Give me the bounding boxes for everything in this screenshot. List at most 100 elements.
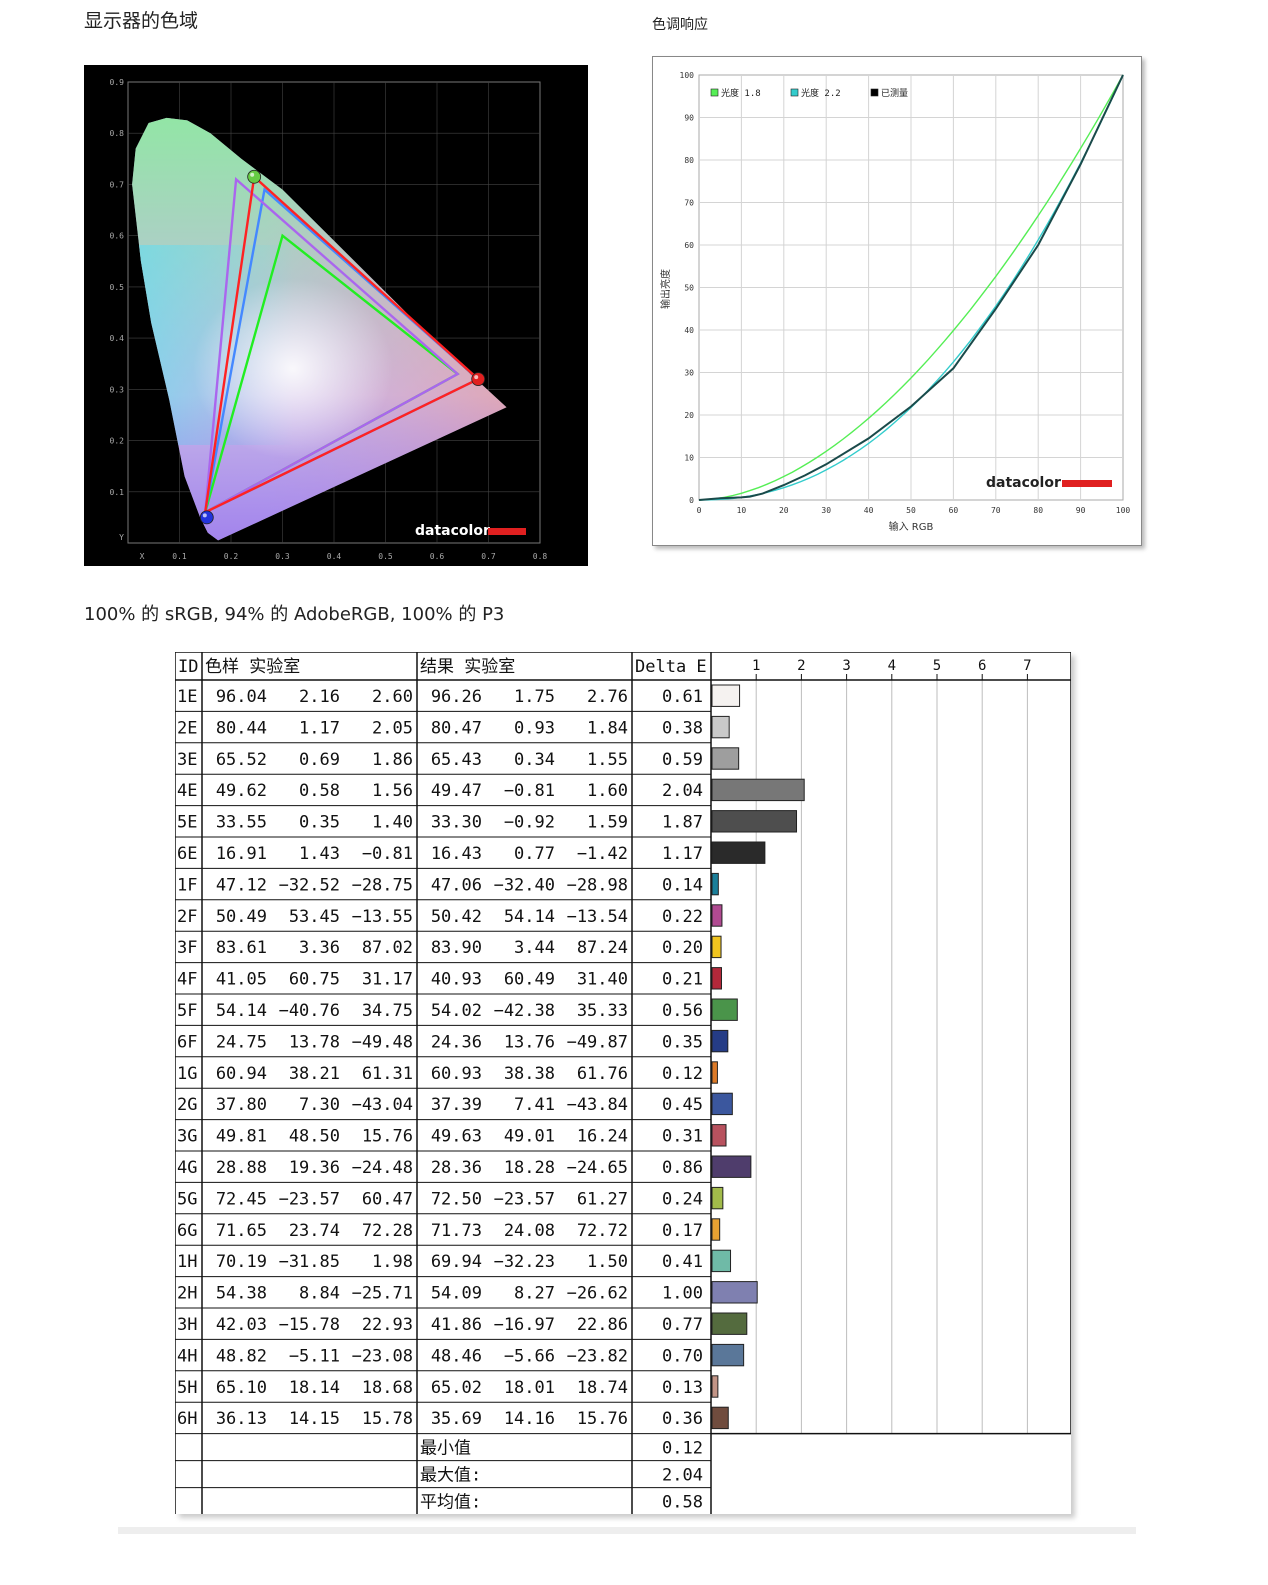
- row-sample-value: 80.44: [216, 718, 267, 738]
- row-sample-value: −5.11: [289, 1346, 340, 1366]
- row-result-value: 24.08: [504, 1221, 555, 1241]
- row-deltae: 0.45: [662, 1095, 703, 1115]
- row-sample-value: 60.94: [216, 1064, 267, 1084]
- deltae-bar-6F: [711, 1029, 729, 1053]
- row-result-value: 16.43: [431, 844, 482, 864]
- deltae-bar-6G: [711, 1218, 721, 1241]
- row-sample-value: 42.03: [216, 1315, 267, 1335]
- row-result-value: 61.76: [577, 1064, 628, 1084]
- tone-xtick: 60: [949, 506, 959, 515]
- row-deltae: 0.14: [662, 875, 703, 895]
- row-sample-value: −43.04: [352, 1095, 413, 1115]
- row-sample-value: −0.81: [362, 844, 413, 864]
- row-result-value: 7.41: [514, 1095, 555, 1115]
- tone-grid: [698, 74, 1124, 501]
- deltae-bar-6E: [711, 841, 766, 864]
- row-deltae: 0.36: [662, 1409, 703, 1429]
- row-id: 2F: [177, 907, 197, 927]
- row-result-value: −26.62: [567, 1284, 628, 1304]
- row-id: 2G: [177, 1095, 197, 1115]
- gamut-xtick: 0.8: [533, 552, 548, 561]
- row-result-value: 18.74: [577, 1378, 628, 1398]
- row-sample-value: 0.35: [299, 813, 340, 833]
- gamut-ytick: 0.5: [110, 283, 125, 292]
- row-sample-value: 18.14: [289, 1378, 340, 1398]
- row-id: 5G: [177, 1189, 197, 1209]
- tone-ytick: 50: [684, 284, 694, 293]
- row-sample-value: 1.17: [299, 718, 340, 738]
- row-result-value: 1.75: [514, 687, 555, 707]
- row-sample-value: −13.55: [352, 907, 413, 927]
- gamut-xtick: 0.3: [275, 552, 290, 561]
- row-result-value: 0.77: [514, 844, 555, 864]
- row-id: 3H: [177, 1315, 197, 1335]
- row-result-value: −23.57: [494, 1189, 555, 1209]
- row-sample-value: 18.68: [362, 1378, 413, 1398]
- row-result-value: −0.92: [504, 813, 555, 833]
- gamut-xtick: X: [140, 552, 145, 561]
- row-sample-value: 87.02: [362, 938, 413, 958]
- table-header: 结果 实验室: [420, 657, 515, 677]
- gamut-xtick: 0.2: [224, 552, 239, 561]
- row-result-value: 65.02: [431, 1378, 482, 1398]
- row-sample-value: 8.84: [299, 1284, 340, 1304]
- row-deltae: 2.04: [662, 781, 703, 801]
- deltae-bar-3F: [711, 935, 722, 959]
- row-result-value: 69.94: [431, 1252, 482, 1272]
- row-sample-value: 50.49: [216, 907, 267, 927]
- summary-label: 平均值:: [420, 1493, 481, 1513]
- row-result-value: 13.76: [504, 1032, 555, 1052]
- row-id: 4H: [177, 1346, 197, 1366]
- row-sample-value: −23.08: [352, 1346, 413, 1366]
- row-result-value: 0.34: [514, 750, 555, 770]
- row-deltae: 0.38: [662, 718, 703, 738]
- gamut-xtick: 0.6: [430, 552, 445, 561]
- row-sample-value: 49.62: [216, 781, 267, 801]
- row-id: 4F: [177, 970, 197, 990]
- row-result-value: 18.01: [504, 1378, 555, 1398]
- tone-chart: 0 10 20 30 40 50 60 70 80 90 100 0 10 20 30 40 50 60 70 80 9…: [652, 56, 1142, 546]
- row-deltae: 0.56: [662, 1001, 703, 1021]
- tone-brand-text: datacolor: [986, 475, 1061, 491]
- deltae-bar-1H: [711, 1249, 732, 1273]
- row-sample-value: 54.38: [216, 1284, 267, 1304]
- row-result-value: −24.65: [567, 1158, 628, 1178]
- row-result-value: 49.47: [431, 781, 482, 801]
- row-result-value: 40.93: [431, 970, 482, 990]
- deltae-bar-4G: [711, 1155, 752, 1178]
- row-sample-value: −31.85: [279, 1252, 340, 1272]
- row-deltae: 0.61: [662, 687, 703, 707]
- row-sample-value: 31.17: [362, 970, 413, 990]
- row-id: 1G: [177, 1064, 197, 1084]
- row-result-value: 38.38: [504, 1064, 555, 1084]
- row-sample-value: 1.43: [299, 844, 340, 864]
- deltae-bar-4H: [711, 1343, 745, 1367]
- row-result-value: 54.14: [504, 907, 555, 927]
- row-id: 4E: [177, 781, 197, 801]
- row-sample-value: 72.28: [362, 1221, 413, 1241]
- row-result-value: 54.02: [431, 1001, 482, 1021]
- deltae-bar-5E: [711, 810, 798, 833]
- tone-ytick: 60: [684, 241, 694, 250]
- deltae-bar-3G: [711, 1124, 727, 1147]
- deltae-bar-2F: [711, 904, 723, 927]
- row-sample-value: 1.56: [372, 781, 413, 801]
- row-result-value: 15.76: [577, 1409, 628, 1429]
- row-id: 1E: [177, 687, 197, 707]
- summary-label: 最大值:: [420, 1466, 481, 1486]
- row-deltae: 0.59: [662, 750, 703, 770]
- row-sample-value: 70.19: [216, 1252, 267, 1272]
- gamut-ytick: 0.6: [110, 232, 125, 241]
- row-result-value: −42.38: [494, 1001, 555, 1021]
- row-sample-value: 15.78: [362, 1409, 413, 1429]
- tone-svg: 0 10 20 30 40 50 60 70 80 90 100 0 10 20 30 40 50 60 70 80 9…: [659, 71, 1130, 533]
- row-sample-value: 2.05: [372, 718, 413, 738]
- bottom-divider: [118, 1527, 1136, 1534]
- row-id: 6E: [177, 844, 197, 864]
- row-result-value: 22.86: [577, 1315, 628, 1335]
- row-sample-value: 23.74: [289, 1221, 340, 1241]
- row-result-value: −13.54: [567, 907, 628, 927]
- row-sample-value: 65.10: [216, 1378, 267, 1398]
- row-sample-value: 60.75: [289, 970, 340, 990]
- row-result-value: 2.76: [587, 687, 628, 707]
